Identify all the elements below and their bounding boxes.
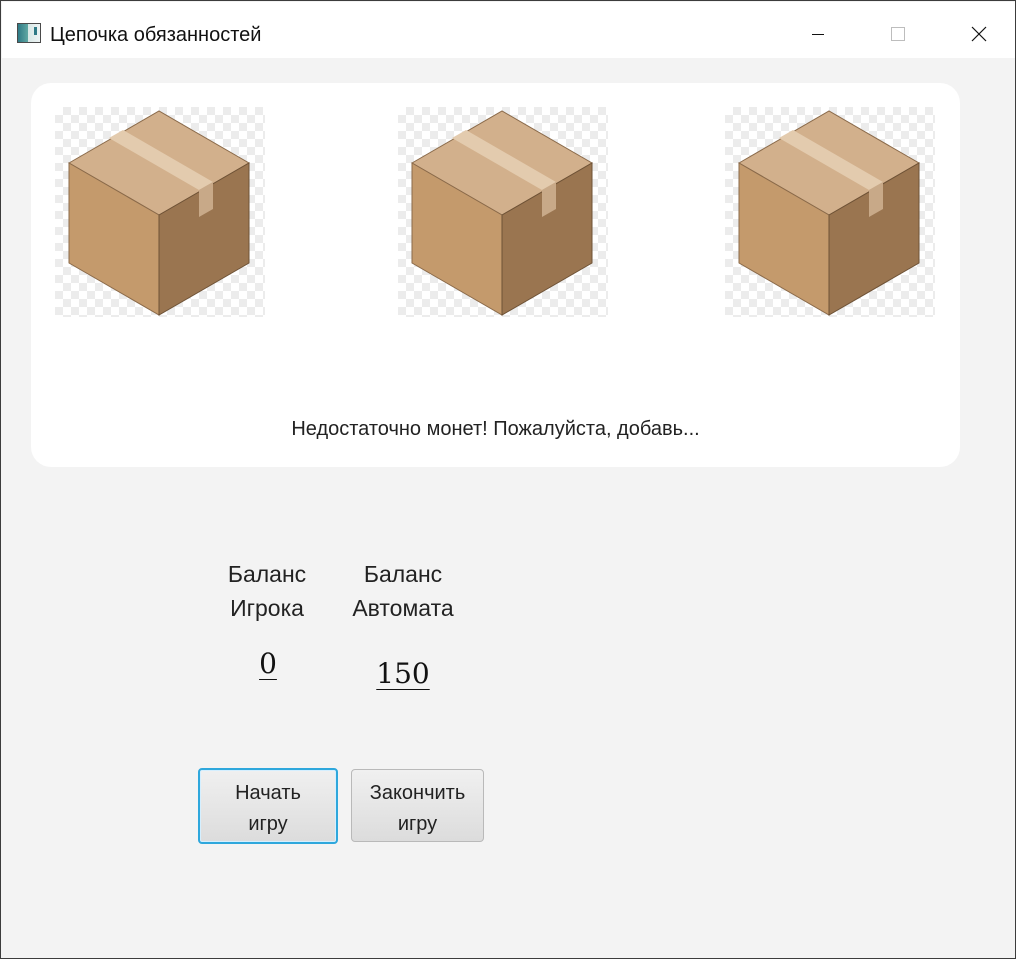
minimize-icon [812, 34, 824, 35]
start-game-button-line1: Начать [235, 782, 301, 804]
maximize-button[interactable] [875, 3, 921, 59]
status-message: Недостаточно монет! Пожалуйста, добавь..… [291, 418, 700, 440]
title-bar[interactable]: Цепочка обязанностей [2, 2, 1015, 58]
player-balance-label-line1: Баланс [227, 561, 307, 587]
start-game-button-line2: игру [248, 813, 288, 835]
box-icon [738, 110, 920, 316]
maximize-icon [891, 27, 905, 41]
box-icon [68, 110, 250, 316]
end-game-button-line2: игру [397, 813, 438, 835]
machine-balance-value: 150 [376, 657, 430, 690]
slot-panel: Недостаточно монет! Пожалуйста, добавь..… [31, 83, 960, 467]
player-balance-label: Баланс Игрока [211, 557, 323, 625]
machine-balance-label-line2: Автомата [352, 595, 454, 621]
machine-balance-label: Баланс Автомата [341, 557, 465, 625]
slot-image-2 [398, 107, 608, 317]
close-button[interactable] [955, 3, 1001, 59]
app-window: Цепочка обязанностей Недостаточно монет!… [0, 0, 1016, 959]
player-balance-label-line2: Игрока [230, 595, 304, 621]
minimize-button[interactable] [795, 3, 841, 59]
player-balance-value: 0 [259, 647, 277, 680]
window-title: Цепочка обязанностей [50, 24, 262, 46]
slot-image-1 [55, 107, 265, 317]
end-game-button-line1: Закончить [369, 782, 466, 804]
box-icon [411, 110, 593, 316]
machine-balance-label-line1: Баланс [363, 561, 443, 587]
start-game-button[interactable]: Начать игру [198, 768, 338, 844]
close-icon [971, 26, 987, 42]
end-game-button[interactable]: Закончить игру [351, 769, 484, 842]
app-icon [17, 23, 41, 43]
slot-image-3 [725, 107, 935, 317]
